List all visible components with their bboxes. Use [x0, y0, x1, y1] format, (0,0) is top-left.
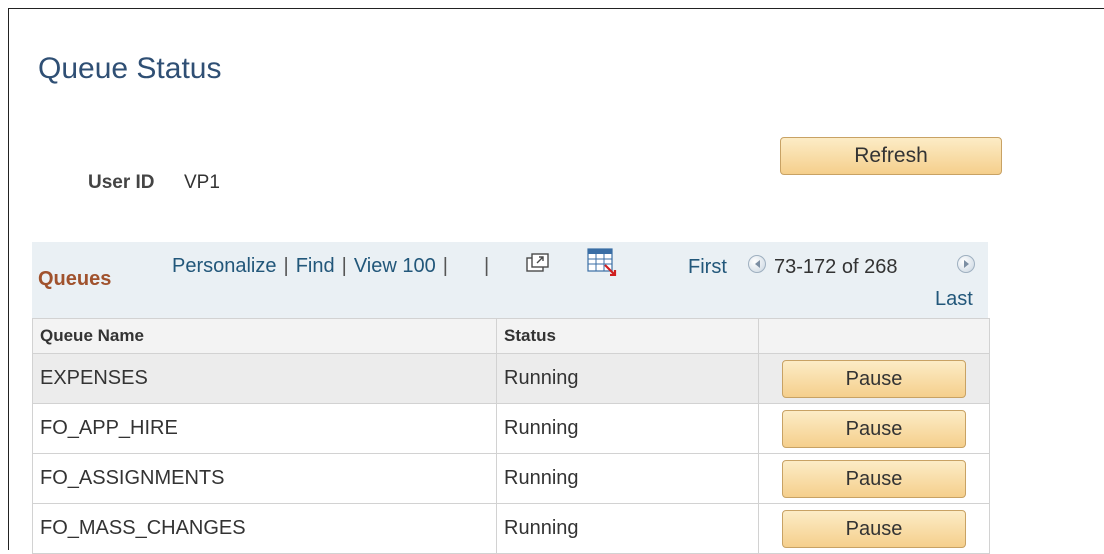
table-row: FO_APP_HIRE Running Pause	[32, 403, 990, 454]
column-header-status[interactable]: Status	[496, 318, 759, 354]
action-cell: Pause	[758, 353, 990, 404]
queue-name-cell: FO_ASSIGNMENTS	[32, 453, 497, 504]
action-cell: Pause	[758, 403, 990, 454]
page-title: Queue Status	[38, 52, 222, 85]
status-cell: Running	[496, 453, 759, 504]
queue-name-cell: FO_APP_HIRE	[32, 403, 497, 454]
action-cell: Pause	[758, 503, 990, 554]
separator: |	[283, 255, 289, 277]
queues-table: Queue Name Status EXPENSES Running Pause…	[32, 318, 990, 554]
separator: |	[341, 255, 347, 277]
status-cell: Running	[496, 503, 759, 554]
table-row: EXPENSES Running Pause	[32, 353, 990, 404]
queue-name-cell: EXPENSES	[32, 353, 497, 404]
user-id-label: User ID	[88, 172, 155, 193]
status-cell: Running	[496, 353, 759, 404]
refresh-button[interactable]: Refresh	[780, 137, 1002, 175]
queue-name-cell: FO_MASS_CHANGES	[32, 503, 497, 554]
action-cell: Pause	[758, 453, 990, 504]
download-to-excel-icon[interactable]	[587, 248, 617, 281]
next-icon[interactable]	[957, 255, 975, 273]
user-id-value: VP1	[184, 172, 220, 193]
column-header-action	[758, 318, 990, 354]
first-link[interactable]: First	[688, 256, 727, 279]
column-header-queue-name[interactable]: Queue Name	[32, 318, 497, 354]
new-window-icon[interactable]	[526, 253, 550, 278]
pause-button[interactable]: Pause	[782, 459, 966, 498]
grid-header	[32, 242, 988, 318]
separator: |	[442, 255, 448, 277]
grid-title: Queues	[38, 268, 112, 290]
find-link[interactable]: Find	[296, 255, 335, 277]
pause-button[interactable]: Pause	[782, 409, 966, 448]
separator: |	[483, 255, 490, 277]
personalize-link[interactable]: Personalize	[172, 255, 277, 277]
grid-toolbar: Personalize | Find | View 100 | |	[172, 255, 496, 278]
view-all-link[interactable]: View 100	[354, 255, 436, 277]
last-link[interactable]: Last	[935, 288, 973, 311]
table-header-row: Queue Name Status	[32, 318, 990, 354]
table-row: FO_MASS_CHANGES Running Pause	[32, 503, 990, 554]
status-cell: Running	[496, 403, 759, 454]
pause-button[interactable]: Pause	[782, 509, 966, 548]
previous-icon[interactable]	[748, 255, 766, 273]
pause-button[interactable]: Pause	[782, 359, 966, 398]
page-range: 73-172 of 268	[774, 256, 898, 278]
table-row: FO_ASSIGNMENTS Running Pause	[32, 453, 990, 504]
